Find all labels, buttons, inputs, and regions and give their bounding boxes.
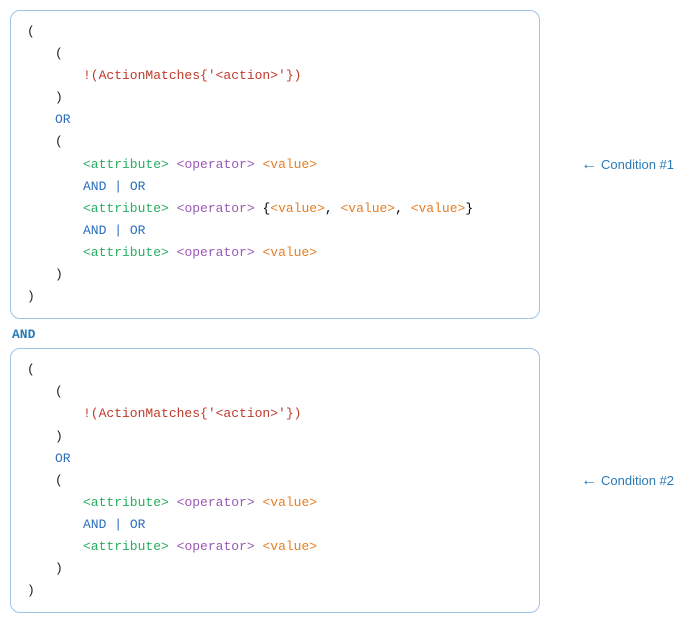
line-c2-8: AND | OR xyxy=(27,514,523,536)
line-c1-1: ( xyxy=(27,21,523,43)
line-c2-2: ( xyxy=(27,381,523,403)
line-c2-4: ) xyxy=(27,426,523,448)
condition-2-wrapper: ( ( !(ActionMatches{'<action>'}) ) OR ( … xyxy=(10,348,674,613)
condition-2-label: ← Condition #2 xyxy=(581,472,674,490)
line-c1-5: OR xyxy=(27,109,523,131)
line-c1-10: AND | OR xyxy=(27,220,523,242)
line-c2-10: ) xyxy=(27,558,523,580)
line-c2-1: ( xyxy=(27,359,523,381)
line-c1-3: !(ActionMatches{'<action>'}) xyxy=(27,65,523,87)
line-c1-8: AND | OR xyxy=(27,176,523,198)
condition-2-arrow: ← xyxy=(581,472,597,490)
line-c2-9: <attribute> <operator> <value> xyxy=(27,536,523,558)
line-c1-13: ) xyxy=(27,286,523,308)
and-separator: AND xyxy=(10,327,674,342)
line-c1-2: ( xyxy=(27,43,523,65)
line-c2-7: <attribute> <operator> <value> xyxy=(27,492,523,514)
line-c1-6: ( xyxy=(27,131,523,153)
condition-2-text: Condition #2 xyxy=(601,473,674,488)
condition-1-text: Condition #1 xyxy=(601,157,674,172)
line-c1-11: <attribute> <operator> <value> xyxy=(27,242,523,264)
line-c1-4: ) xyxy=(27,87,523,109)
condition-2-box: ( ( !(ActionMatches{'<action>'}) ) OR ( … xyxy=(10,348,540,613)
line-c1-12: ) xyxy=(27,264,523,286)
line-c1-7: <attribute> <operator> <value> xyxy=(27,154,523,176)
condition-1-wrapper: ( ( !(ActionMatches{'<action>'}) ) OR ( … xyxy=(10,10,674,319)
line-c1-9: <attribute> <operator> {<value>, <value>… xyxy=(27,198,523,220)
line-c2-5: OR xyxy=(27,448,523,470)
condition-1-box: ( ( !(ActionMatches{'<action>'}) ) OR ( … xyxy=(10,10,540,319)
line-c2-11: ) xyxy=(27,580,523,602)
condition-1-label: ← Condition #1 xyxy=(581,156,674,174)
line-c2-3: !(ActionMatches{'<action>'}) xyxy=(27,403,523,425)
condition-1-arrow: ← xyxy=(581,156,597,174)
line-c2-6: ( xyxy=(27,470,523,492)
